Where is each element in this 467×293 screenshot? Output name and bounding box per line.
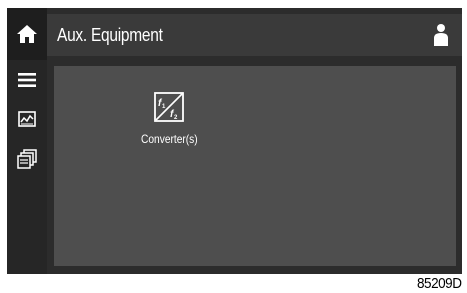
sidebar [7, 60, 47, 274]
menu-button[interactable] [12, 65, 42, 95]
chart-button[interactable] [12, 104, 42, 134]
top-bar: Aux. Equipment [7, 8, 462, 60]
page-title: Aux. Equipment [57, 25, 163, 45]
svg-text:2: 2 [174, 115, 178, 121]
chart-icon [18, 111, 36, 127]
user-icon [434, 24, 448, 46]
home-icon [17, 25, 37, 43]
menu-icon [18, 73, 36, 87]
pages-button[interactable] [12, 144, 42, 174]
svg-text:1: 1 [162, 104, 166, 110]
user-button[interactable] [426, 20, 456, 50]
frequency-converter-icon: f 1 f 2 [154, 92, 184, 122]
converters-label: Converter(s) [140, 132, 198, 146]
home-button[interactable] [7, 8, 47, 60]
content-panel: f 1 f 2 Converter(s) [54, 66, 456, 266]
pages-icon [17, 149, 37, 169]
figure-code: 85209D [417, 275, 462, 292]
controller-screen: Aux. Equipment f 1 f 2 Converter(s) [7, 8, 462, 274]
title-bar: Aux. Equipment [47, 14, 462, 56]
converters-tile[interactable]: f 1 f 2 Converter(s) [124, 91, 214, 157]
